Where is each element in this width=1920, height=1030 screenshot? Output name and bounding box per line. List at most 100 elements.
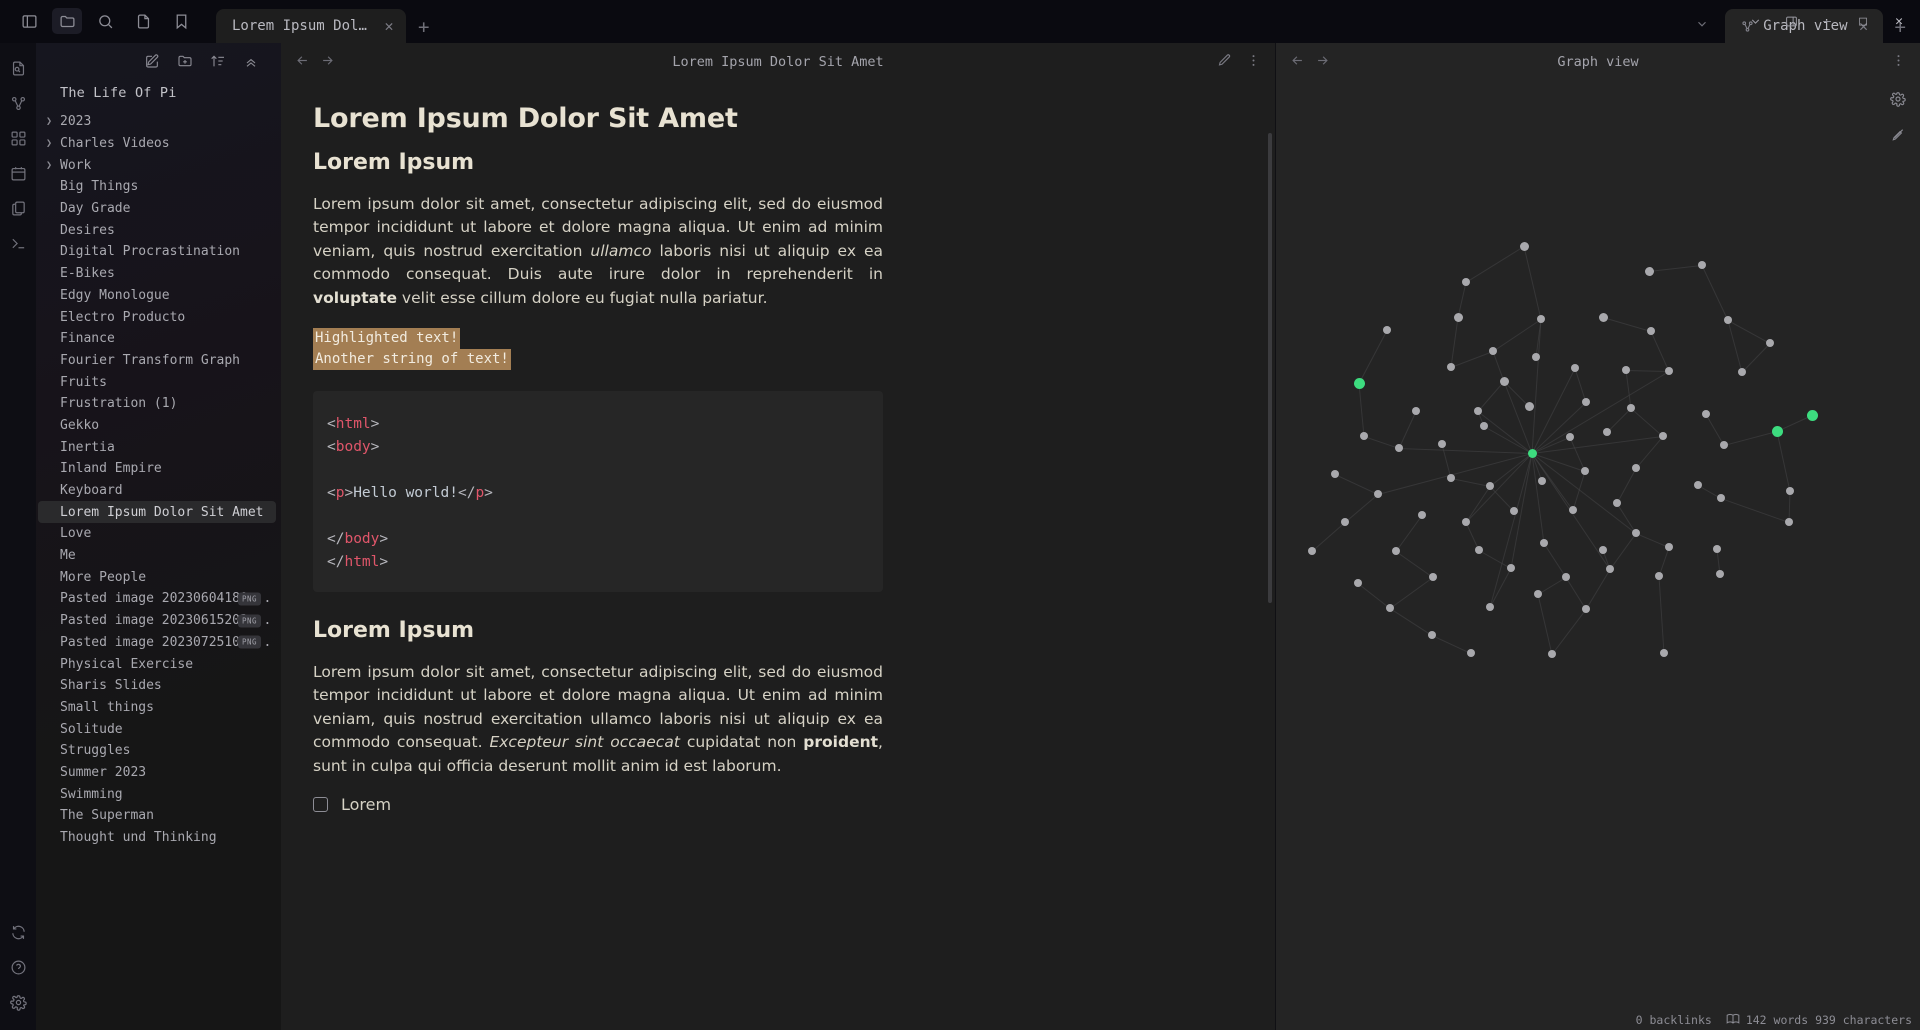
graph-node[interactable] xyxy=(1525,402,1534,411)
file-item[interactable]: Edgy Monologue xyxy=(36,285,281,307)
graph-node[interactable] xyxy=(1713,545,1721,553)
graph-node[interactable] xyxy=(1647,327,1655,335)
file-item[interactable]: More People xyxy=(36,566,281,588)
graph-node[interactable] xyxy=(1581,467,1589,475)
graph-node[interactable] xyxy=(1582,605,1590,613)
file-item[interactable]: Small things xyxy=(36,697,281,719)
graph-node[interactable] xyxy=(1528,449,1537,458)
graph-node[interactable] xyxy=(1383,326,1391,334)
more-options-icon[interactable] xyxy=(1246,53,1261,72)
graph-node[interactable] xyxy=(1569,506,1577,514)
graph-node[interactable] xyxy=(1308,547,1316,555)
folder-item[interactable]: ❯2023 xyxy=(36,111,281,133)
file-item[interactable]: Physical Exercise xyxy=(36,653,281,675)
graph-node[interactable] xyxy=(1392,547,1400,555)
file-item[interactable]: Big Things xyxy=(36,176,281,198)
file-item[interactable]: Fourier Transform Graph xyxy=(36,350,281,372)
calendar-icon[interactable] xyxy=(3,158,33,189)
sort-icon[interactable] xyxy=(210,53,226,69)
graph-node[interactable] xyxy=(1418,511,1426,519)
graph-node[interactable] xyxy=(1331,470,1339,478)
graph-node[interactable] xyxy=(1462,518,1470,526)
new-folder-icon[interactable] xyxy=(177,53,193,69)
file-item[interactable]: Keyboard xyxy=(36,480,281,502)
graph-canvas[interactable] xyxy=(1276,81,1920,1030)
folder-icon[interactable] xyxy=(52,8,82,34)
graph-icon[interactable] xyxy=(3,88,33,119)
graph-node[interactable] xyxy=(1660,649,1668,657)
help-icon[interactable] xyxy=(3,952,33,983)
toggle-right-sidebar-icon[interactable] xyxy=(1774,7,1808,37)
back-arrow-icon[interactable] xyxy=(295,53,310,72)
graph-node[interactable] xyxy=(1475,546,1483,554)
graph-node[interactable] xyxy=(1438,440,1446,448)
graph-node[interactable] xyxy=(1489,347,1497,355)
graph-node[interactable] xyxy=(1447,474,1455,482)
graph-node[interactable] xyxy=(1500,377,1509,386)
graph-node[interactable] xyxy=(1507,564,1515,572)
graph-node[interactable] xyxy=(1599,313,1608,322)
graph-node[interactable] xyxy=(1772,426,1783,437)
graph-node[interactable] xyxy=(1766,339,1774,347)
graph-node[interactable] xyxy=(1613,499,1621,507)
graph-node[interactable] xyxy=(1738,368,1746,376)
graph-node[interactable] xyxy=(1454,313,1463,322)
file-item[interactable]: Frustration (1) xyxy=(36,393,281,415)
sync-icon[interactable] xyxy=(3,917,33,948)
graph-node[interactable] xyxy=(1566,433,1574,441)
file-item[interactable]: Digital Procrastination xyxy=(36,241,281,263)
graph-node[interactable] xyxy=(1395,444,1403,452)
tab-lorem-ipsum[interactable]: Lorem Ipsum Dolor Sit... ✕ xyxy=(216,9,406,43)
new-tab-button[interactable]: + xyxy=(406,18,443,43)
graph-node[interactable] xyxy=(1354,378,1365,389)
file-search-icon[interactable] xyxy=(3,53,33,84)
editor-scroll-area[interactable]: Lorem Ipsum Dolor Sit Amet Lorem Ipsum L… xyxy=(281,81,1275,1030)
bookmark-icon[interactable] xyxy=(166,8,196,34)
reading-mode-group[interactable]: 142 words 939 characters xyxy=(1726,1012,1912,1027)
file-item[interactable]: Fruits xyxy=(36,371,281,393)
file-item[interactable]: Solitude xyxy=(36,718,281,740)
file-item[interactable]: Inertia xyxy=(36,436,281,458)
graph-node[interactable] xyxy=(1510,507,1518,515)
graph-node[interactable] xyxy=(1717,494,1725,502)
file-item[interactable]: Electro Producto xyxy=(36,306,281,328)
close-icon[interactable]: ✕ xyxy=(384,19,394,34)
new-note-icon[interactable] xyxy=(144,53,160,69)
graph-node[interactable] xyxy=(1807,410,1818,421)
file-item[interactable]: Love xyxy=(36,523,281,545)
graph-node[interactable] xyxy=(1582,398,1590,406)
graph-node[interactable] xyxy=(1534,590,1542,598)
graph-node[interactable] xyxy=(1474,407,1482,415)
files-icon[interactable] xyxy=(3,193,33,224)
graph-node[interactable] xyxy=(1520,242,1529,251)
folder-item[interactable]: ❯Work xyxy=(36,154,281,176)
file-list[interactable]: ❯2023❯Charles Videos❯WorkBig ThingsDay G… xyxy=(36,111,281,1030)
graph-node[interactable] xyxy=(1428,631,1436,639)
graph-node[interactable] xyxy=(1622,366,1630,374)
graph-node[interactable] xyxy=(1532,353,1540,361)
file-item[interactable]: Summer 2023 xyxy=(36,762,281,784)
collapse-all-icon[interactable] xyxy=(243,53,259,69)
graph-node[interactable] xyxy=(1724,316,1732,324)
chevron-down-icon-right[interactable] xyxy=(1738,7,1772,37)
graph-node[interactable] xyxy=(1632,464,1640,472)
graph-node[interactable] xyxy=(1632,529,1640,537)
graph-node[interactable] xyxy=(1548,650,1556,658)
forward-arrow-icon[interactable] xyxy=(1315,53,1330,72)
graph-node[interactable] xyxy=(1341,518,1349,526)
file-item[interactable]: The Superman xyxy=(36,805,281,827)
graph-node[interactable] xyxy=(1540,539,1548,547)
graph-node[interactable] xyxy=(1374,490,1382,498)
graph-node[interactable] xyxy=(1659,432,1667,440)
close-button[interactable]: ✕ xyxy=(1882,7,1916,37)
editor-scrollbar[interactable] xyxy=(1268,133,1272,603)
graph-node[interactable] xyxy=(1627,404,1635,412)
code-block[interactable]: <html> <body> <p>Hello world!</p> </body… xyxy=(313,391,883,592)
back-arrow-icon[interactable] xyxy=(1290,53,1305,72)
file-item[interactable]: Thought und Thinking xyxy=(36,827,281,849)
graph-node[interactable] xyxy=(1467,649,1475,657)
graph-node[interactable] xyxy=(1447,363,1455,371)
forward-arrow-icon[interactable] xyxy=(320,53,335,72)
graph-node[interactable] xyxy=(1606,565,1614,573)
file-icon[interactable] xyxy=(128,8,158,34)
